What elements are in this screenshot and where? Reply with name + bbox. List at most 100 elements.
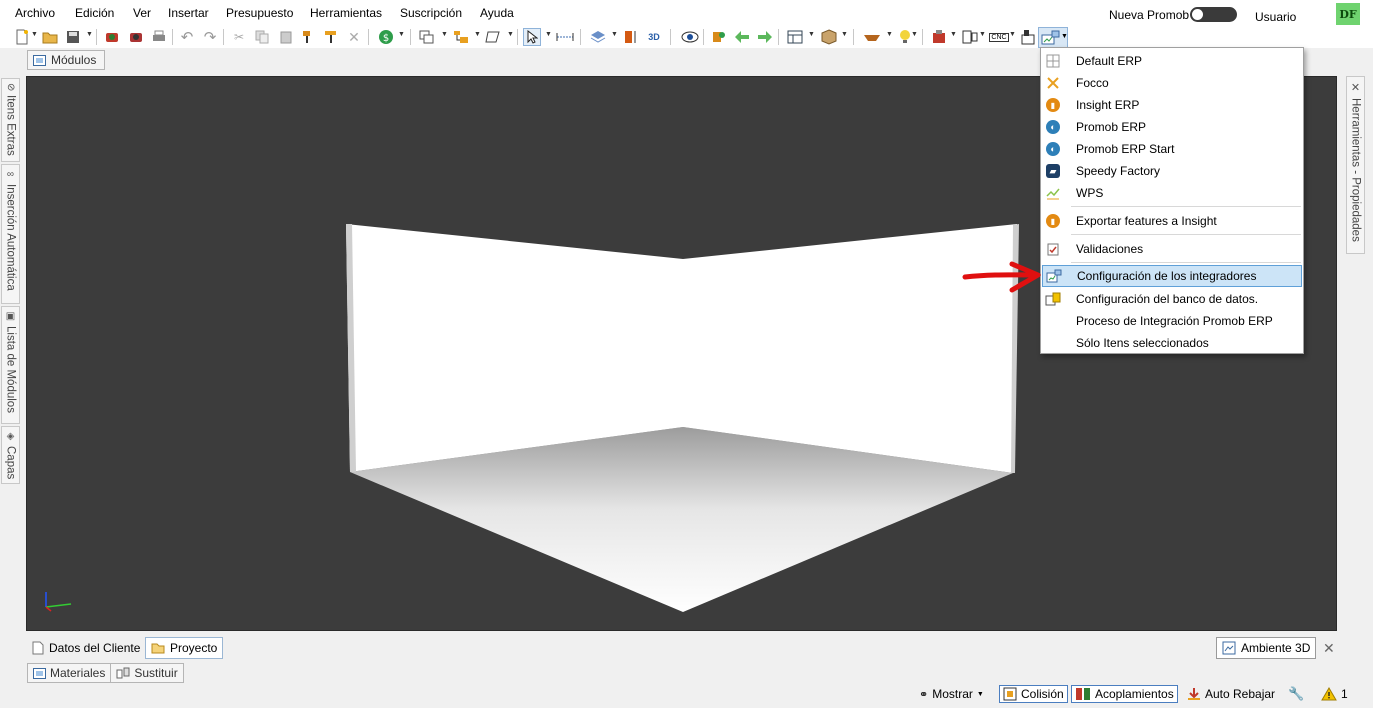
toolbar: ▼ ▼ ↶ ↷ ✂ ✕ $ ▼ ▼ ▼ ▼ ▼ ▼ 3D ▼ ▼ ▼ ▼ ▼ ▼… <box>0 26 1373 48</box>
document-icon <box>32 641 44 655</box>
budget-icon[interactable]: $ <box>377 28 395 46</box>
tools-icon[interactable] <box>930 28 948 46</box>
nueva-promob-toggle[interactable] <box>1190 7 1237 22</box>
menu-item-default-erp[interactable]: Default ERP <box>1042 50 1302 72</box>
menu-item-speedy-factory[interactable]: ▰ Speedy Factory <box>1042 160 1302 182</box>
menu-item-wps[interactable]: WPS <box>1042 182 1302 204</box>
menu-item-configuracion-integradores[interactable]: Configuración de los integradores <box>1042 265 1302 287</box>
open-folder-icon[interactable] <box>41 28 59 46</box>
export-icon[interactable] <box>1019 28 1037 46</box>
auto-rebajar-toggle[interactable]: Auto Rebajar <box>1184 685 1278 703</box>
acoplamientos-toggle[interactable]: Acoplamientos <box>1071 685 1178 703</box>
layers-icon[interactable] <box>589 28 607 46</box>
integrators-button[interactable]: ▼ <box>1038 27 1068 48</box>
view-icon[interactable] <box>418 28 436 46</box>
cnc-icon[interactable]: CNC <box>989 28 1009 46</box>
sustituir-icon <box>116 667 130 679</box>
frame-icon[interactable] <box>786 28 804 46</box>
tab-materiales[interactable]: Materiales <box>27 663 112 683</box>
menu-item-label: Focco <box>1076 76 1109 90</box>
tab-materiales-label: Materiales <box>50 666 106 680</box>
tab-sustituir[interactable]: Sustituir <box>110 663 184 683</box>
svg-text:$: $ <box>383 33 389 44</box>
undo-icon[interactable]: ↶ <box>178 28 196 46</box>
arrow-right-icon[interactable] <box>756 28 774 46</box>
warning-icon <box>1321 687 1337 701</box>
menu-item-promob-erp[interactable]: ◐ Promob ERP <box>1042 116 1302 138</box>
layout-icon[interactable] <box>452 28 470 46</box>
promob-erp-start-icon: ◐ <box>1045 141 1061 157</box>
menu-item-label: Sólo Itens seleccionados <box>1076 336 1209 350</box>
focco-icon <box>1045 75 1061 91</box>
lamp-icon[interactable] <box>863 28 881 46</box>
menu-edicion[interactable]: Edición <box>75 6 114 20</box>
promob-erp-icon: ◐ <box>1045 119 1061 135</box>
menu-item-label: Configuración del banco de datos. <box>1076 292 1259 306</box>
redo-icon[interactable]: ↷ <box>201 28 219 46</box>
menu-item-label: Proceso de Integración Promob ERP <box>1076 314 1273 328</box>
dock-tab-herramientas-propiedades[interactable]: ✕ Herramientas - Propiedades <box>1346 76 1365 254</box>
height-icon[interactable] <box>622 28 640 46</box>
3d-icon[interactable]: 3D <box>645 28 663 46</box>
user-name[interactable]: Usuario <box>1255 10 1296 24</box>
warnings-indicator[interactable]: 1 <box>1318 685 1351 703</box>
eye-icon[interactable] <box>681 28 699 46</box>
menu-item-promob-erp-start[interactable]: ◐ Promob ERP Start <box>1042 138 1302 160</box>
menu-herramientas[interactable]: Herramientas <box>310 6 382 20</box>
dock-tab-capas[interactable]: ◈ Capas <box>1 426 20 484</box>
menu-insertar[interactable]: Insertar <box>168 6 209 20</box>
cut-icon[interactable]: ✂ <box>230 28 248 46</box>
tab-proyecto[interactable]: Proyecto <box>145 637 224 659</box>
colision-toggle[interactable]: Colisión <box>999 685 1068 703</box>
paste-icon[interactable] <box>277 28 295 46</box>
menu-presupuesto[interactable]: Presupuesto <box>226 6 293 20</box>
menu-item-solo-itens[interactable]: Sólo Itens seleccionados <box>1042 332 1302 354</box>
axis-gizmo <box>45 592 72 612</box>
tab-modulos[interactable]: Módulos <box>27 50 105 70</box>
save-icon[interactable] <box>64 28 82 46</box>
new-file-icon[interactable] <box>13 28 31 46</box>
left-dock: ⊘ Itens Extras ∞ Inserción Automática ▣ … <box>0 76 22 636</box>
copy-icon[interactable] <box>253 28 271 46</box>
render-settings-icon[interactable] <box>127 28 145 46</box>
tab-datos-cliente[interactable]: Datos del Cliente <box>26 637 146 659</box>
nueva-promob-label: Nueva Promob <box>1109 8 1190 22</box>
dock-tab-itens-extras-label: Itens Extras <box>4 95 17 157</box>
mostrar-dropdown[interactable]: ⚭ Mostrar ▼ <box>916 685 987 703</box>
menu-item-configuracion-banco[interactable]: Configuración del banco de datos. <box>1042 288 1302 310</box>
render-icon[interactable] <box>103 28 121 46</box>
shape-icon[interactable] <box>484 28 502 46</box>
integrators-dropdown: Default ERP Focco ▮ Insight ERP ◐ Promob… <box>1040 47 1304 354</box>
print-icon[interactable] <box>150 28 168 46</box>
integrators-config-icon <box>1046 268 1062 284</box>
tab-ambiente-label: Ambiente 3D <box>1241 641 1311 655</box>
menu-item-proceso-integracion[interactable]: Proceso de Integración Promob ERP <box>1042 310 1302 332</box>
dock-tab-itens-extras[interactable]: ⊘ Itens Extras <box>1 78 20 162</box>
dock-tab-insercion-automatica-label: Inserción Automática <box>4 184 17 291</box>
menu-item-focco[interactable]: Focco <box>1042 72 1302 94</box>
menu-ayuda[interactable]: Ayuda <box>480 6 514 20</box>
measure-icon[interactable] <box>556 28 574 46</box>
dock-tab-lista-modulos[interactable]: ▣ Lista de Módulos <box>1 306 20 424</box>
close-icon[interactable]: ✕ <box>1323 640 1335 657</box>
delete-icon[interactable]: ✕ <box>345 28 363 46</box>
menu-ver[interactable]: Ver <box>133 6 151 20</box>
clipboard-check-icon <box>1045 241 1061 257</box>
frame-settings-icon[interactable] <box>961 28 979 46</box>
menu-suscripcion[interactable]: Suscripción <box>400 6 462 20</box>
menu-archivo[interactable]: Archivo <box>15 6 55 20</box>
tools-status-icon[interactable]: 🔧 <box>1285 685 1307 703</box>
menu-item-validaciones[interactable]: Validaciones <box>1042 238 1302 260</box>
modules-icon[interactable] <box>710 28 728 46</box>
paint-roller-icon[interactable] <box>322 28 340 46</box>
tab-ambiente-3d[interactable]: Ambiente 3D <box>1216 637 1317 659</box>
menu-item-insight-erp[interactable]: ▮ Insight ERP <box>1042 94 1302 116</box>
select-icon[interactable] <box>523 28 541 46</box>
dock-tab-insercion-automatica[interactable]: ∞ Inserción Automática <box>1 164 20 304</box>
avatar[interactable]: DF <box>1336 3 1360 25</box>
menu-item-exportar-insight[interactable]: ▮ Exportar features a Insight <box>1042 210 1302 232</box>
materiales-icon <box>33 667 46 679</box>
box-icon[interactable] <box>820 28 838 46</box>
arrow-left-icon[interactable] <box>733 28 751 46</box>
paint-brush-icon[interactable] <box>299 28 317 46</box>
